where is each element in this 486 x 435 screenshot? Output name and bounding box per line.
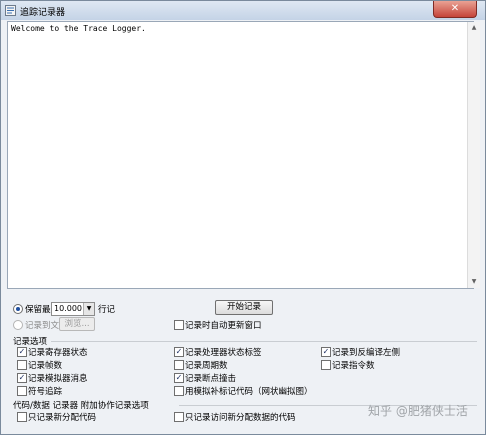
- log-output-area[interactable]: Welcome to the Trace Logger. ▲ ▼: [7, 21, 480, 289]
- start-logging-button[interactable]: 开始记录: [215, 300, 273, 315]
- scroll-up-icon[interactable]: ▲: [468, 22, 480, 34]
- log-to-file-radio[interactable]: [13, 320, 23, 330]
- close-icon: ✕: [450, 3, 460, 14]
- watermark: 知乎 @肥猪侠士活: [368, 404, 468, 418]
- record-option-label: 记录帧数: [28, 361, 63, 371]
- record-breakpoint-hits-checkbox[interactable]: ✓: [174, 373, 184, 383]
- auto-update-checkbox[interactable]: [174, 320, 184, 330]
- group-divider: [51, 341, 477, 342]
- title-bar[interactable]: 追踪记录器 ✕: [1, 1, 485, 20]
- record-option-label: 记录模拟器消息: [28, 374, 88, 384]
- browse-button[interactable]: 浏览...: [59, 317, 95, 331]
- record-registers-checkbox[interactable]: ✓: [17, 347, 27, 357]
- code-data-options-title: 代码/数据 记录器 附加协作记录选项: [13, 401, 149, 411]
- record-option-label: 记录处理器状态标签: [185, 348, 262, 358]
- app-icon: [5, 5, 16, 16]
- symbol-trace-checkbox[interactable]: [17, 386, 27, 396]
- record-instructions-checkbox[interactable]: [321, 360, 331, 370]
- trace-logger-window: 追踪记录器 ✕ Welcome to the Trace Logger. ▲ ▼…: [0, 0, 486, 435]
- record-option-label: 符号追踪: [28, 387, 63, 397]
- record-emulator-messages-checkbox[interactable]: ✓: [17, 373, 27, 383]
- record-option-label: 记录指令数: [332, 361, 375, 371]
- record-cycles-checkbox[interactable]: [174, 360, 184, 370]
- keep-recent-radio[interactable]: [13, 304, 23, 314]
- lines-suffix-label: 行记: [98, 305, 116, 315]
- vertical-scrollbar[interactable]: ▲ ▼: [467, 22, 480, 288]
- record-frames-checkbox[interactable]: [17, 360, 27, 370]
- code-option-label: 只记录访问新分配数据的代码: [185, 413, 296, 423]
- record-option-label: 记录断点撞击: [185, 374, 237, 384]
- record-option-label: 用模拟补标记代码（网状幽拟图）: [185, 387, 313, 397]
- chevron-down-icon[interactable]: ▼: [83, 303, 94, 315]
- lines-value: 10.000: [54, 304, 82, 313]
- record-option-label: 记录到反编译左侧: [332, 348, 401, 358]
- close-button[interactable]: ✕: [433, 1, 477, 18]
- code-option-label: 只记录新分配代码: [28, 413, 97, 423]
- record-option-label: 记录周期数: [185, 361, 228, 371]
- lines-select[interactable]: 10.000 ▼: [51, 302, 95, 316]
- window-title: 追踪记录器: [20, 8, 66, 18]
- new-code-only-checkbox[interactable]: [17, 412, 27, 422]
- log-text: Welcome to the Trace Logger.: [11, 24, 146, 33]
- new-data-code-only-checkbox[interactable]: [174, 412, 184, 422]
- record-disasm-left-checkbox[interactable]: ✓: [321, 347, 331, 357]
- record-processor-flags-checkbox[interactable]: ✓: [174, 347, 184, 357]
- scroll-down-icon[interactable]: ▼: [468, 276, 480, 288]
- auto-update-label: 记录时自动更新窗口: [185, 321, 262, 331]
- mark-code-checkbox[interactable]: [174, 386, 184, 396]
- record-option-label: 记录寄存器状态: [28, 348, 88, 358]
